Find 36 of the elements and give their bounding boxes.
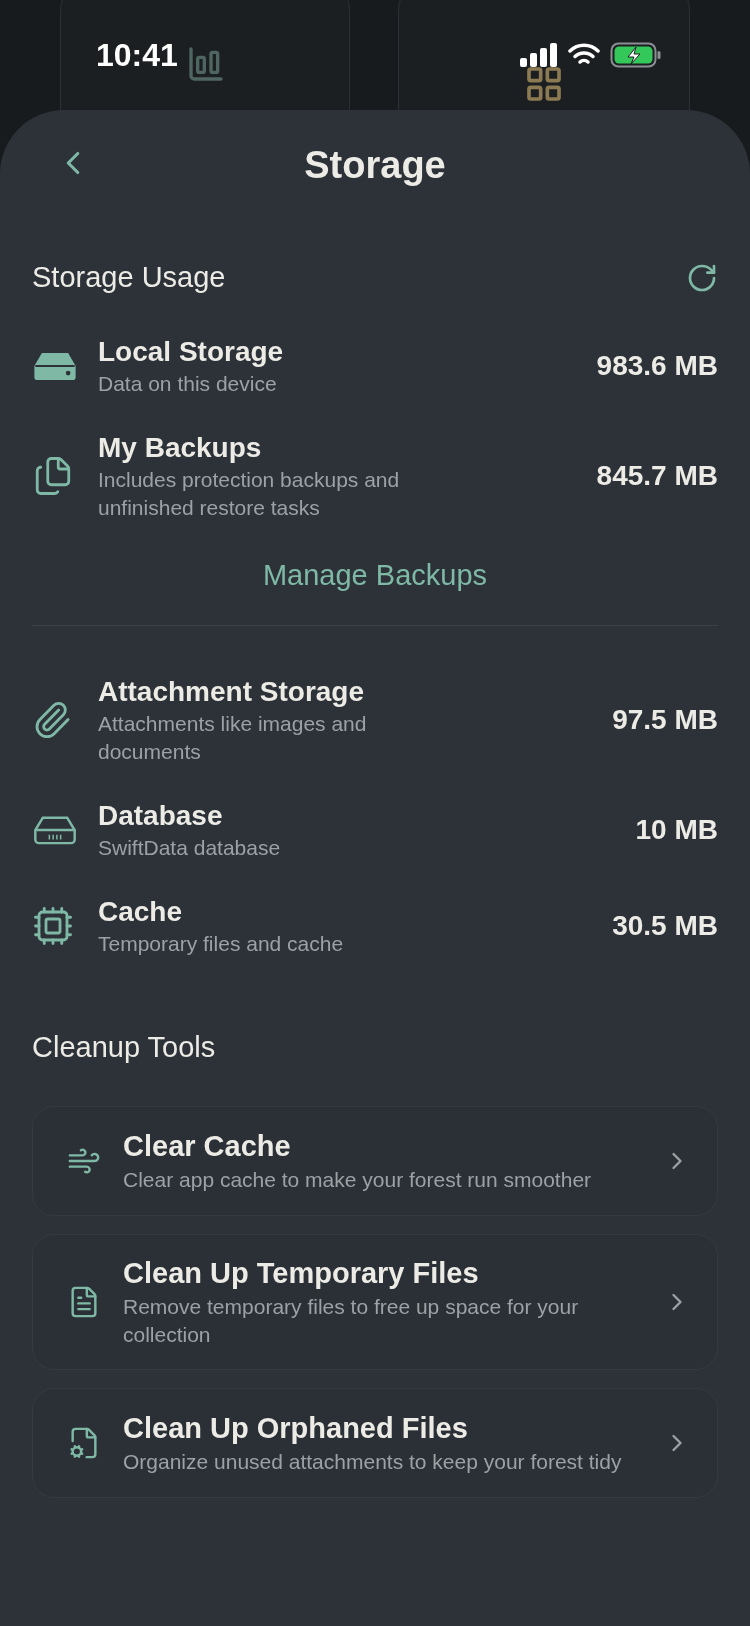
tool-description: Remove temporary files to free up space for your collection [123,1293,580,1348]
section-title: Storage Usage [32,260,226,295]
cleanup-tool-card[interactable]: Clear Cache Clear app cache to make your forest run smoother [32,1105,718,1216]
cleanup-tool-card[interactable]: Clean Up Orphaned Files Organize unused attachments to keep your forest tidy [32,1387,718,1498]
battery-charging-icon [610,42,662,68]
tool-description: Organize unused attachments to keep your forest tidy [123,1448,623,1475]
item-subtitle: Includes protection backups and unfinished restore tasks [98,466,401,521]
page-title: Storage [304,142,446,188]
status-time: 10:41 [96,36,178,75]
tool-title: Clear Cache [123,1128,292,1164]
item-size: 845.7 MB [596,458,718,493]
tool-title: Clean Up Temporary Files [123,1255,480,1291]
item-size: 983.6 MB [596,348,718,383]
manage-backups-link[interactable]: Manage Backups [262,553,488,597]
signal-icon [520,43,558,67]
section-title: Cleanup Tools [32,1031,216,1063]
wifi-icon [568,43,600,67]
grid-icon[interactable] [524,64,564,104]
item-title: Database [98,799,224,833]
hard-drive-icon [32,815,78,845]
tool-description: Clear app cache to make your forest run smoother [123,1166,593,1193]
hard-drive-icon [32,350,78,381]
item-title: Attachment Storage [98,675,366,709]
item-size: 30.5 MB [612,909,718,943]
item-subtitle: SwiftData database [98,835,282,861]
item-size: 10 MB [635,813,718,847]
item-subtitle: Temporary files and cache [98,931,345,957]
cleanup-tool-card[interactable]: Clean Up Temporary Files Remove temporary files to free up space for your collection [32,1233,718,1370]
item-size: 97.5 MB [612,703,718,737]
tool-title: Clean Up Orphaned Files [123,1410,469,1446]
chip-icon [32,905,74,947]
item-subtitle: Data on this device [98,370,278,397]
item-title: Local Storage [98,334,285,369]
item-subtitle: Attachments like images and documents [98,711,368,765]
item-title: My Backups [98,430,263,465]
item-title: Cache [98,895,184,929]
